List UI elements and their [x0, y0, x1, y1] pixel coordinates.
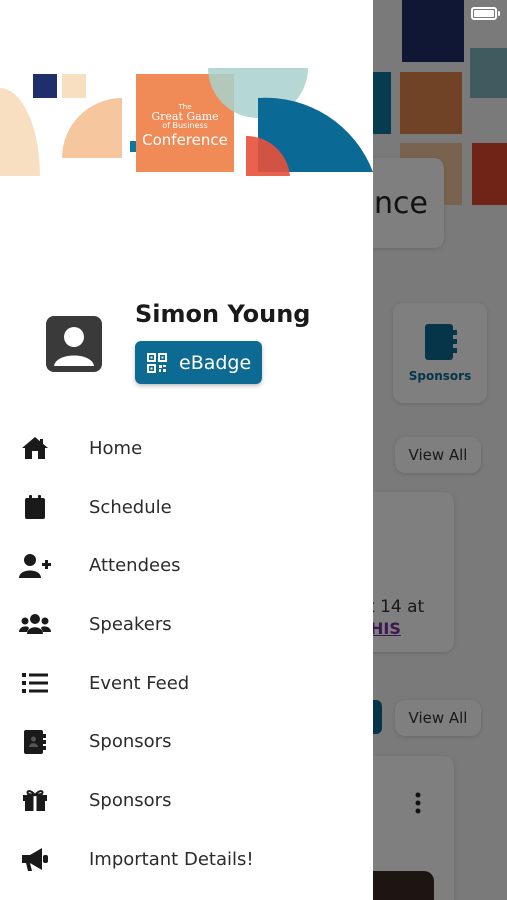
menu-item-speakers[interactable]: Speakers [0, 595, 373, 654]
menu-item-label: Speakers [89, 613, 172, 635]
menu-item-event-feed[interactable]: Event Feed [0, 654, 373, 713]
address-book-icon [19, 728, 51, 756]
navigation-drawer: The Great Game of Business Conference Si… [0, 0, 373, 900]
user-plus-icon [19, 552, 51, 580]
profile-name: Simon Young [135, 300, 311, 328]
menu-item-schedule[interactable]: Schedule [0, 478, 373, 537]
qr-code-icon [147, 352, 167, 373]
ebadge-button[interactable]: eBadge [135, 341, 262, 384]
conference-logo: The Great Game of Business Conference [136, 104, 234, 148]
users-icon [19, 610, 51, 638]
gift-icon [19, 786, 51, 814]
conference-banner: The Great Game of Business Conference [0, 0, 373, 180]
menu-item-label: Home [89, 437, 143, 459]
menu-item-important-details[interactable]: Important Details! [0, 830, 373, 889]
battery-icon [471, 7, 500, 20]
menu-item-attendees[interactable]: Attendees [0, 536, 373, 595]
megaphone-icon [19, 845, 51, 873]
ebadge-label: eBadge [179, 351, 252, 374]
menu-item-label: Important Details! [89, 848, 254, 870]
menu-item-sponsors-gifts[interactable]: Sponsors [0, 771, 373, 830]
logo-line: of Business [162, 121, 208, 130]
user-icon [54, 327, 94, 366]
menu-item-home[interactable]: Home [0, 419, 373, 478]
home-icon [19, 434, 51, 462]
menu-item-label: Sponsors [89, 731, 172, 753]
list-icon [19, 669, 51, 697]
logo-line: Conference [142, 131, 228, 149]
profile-avatar[interactable] [46, 316, 102, 372]
calendar-icon [19, 493, 51, 521]
menu-item-label: Sponsors [89, 789, 172, 811]
menu-item-label: Event Feed [89, 672, 190, 694]
menu-item-sponsors[interactable]: Sponsors [0, 712, 373, 771]
banner-artwork [0, 68, 373, 176]
menu-item-label: Schedule [89, 496, 172, 518]
menu-item-label: Attendees [89, 555, 181, 577]
drawer-menu: Home Schedule Attendees Speakers Event F [0, 419, 373, 889]
